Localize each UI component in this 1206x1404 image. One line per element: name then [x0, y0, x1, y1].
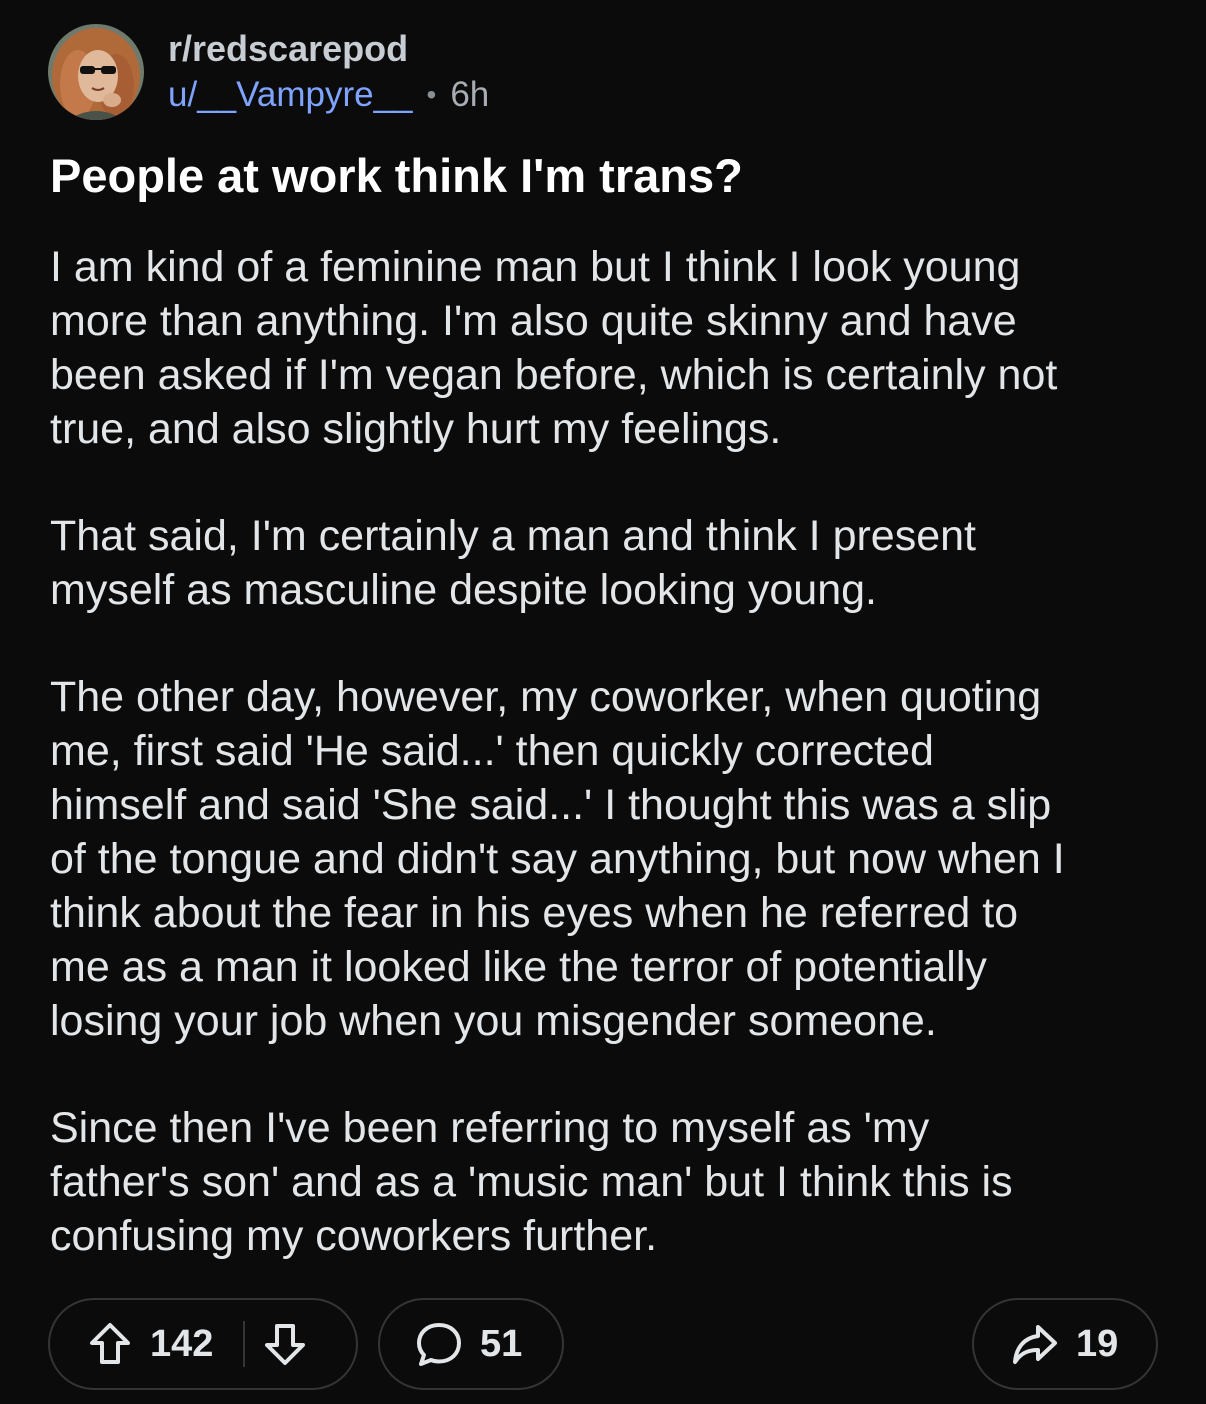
post-paragraph: The other day, however, my coworker, whe…: [50, 673, 1065, 1045]
vote-control: 142: [48, 1298, 358, 1390]
arrow-down-icon: [265, 1324, 306, 1365]
post-title: People at work think I'm trans?: [50, 149, 743, 202]
vote-count: 142: [150, 1322, 214, 1365]
comment-count: 51: [480, 1322, 523, 1365]
share-icon-wrap: [1010, 1319, 1060, 1369]
user-avatar[interactable]: [48, 24, 144, 120]
subreddit-link[interactable]: r/redscarepod: [168, 26, 489, 72]
share-arrow-icon: [1013, 1325, 1057, 1364]
upvote-button[interactable]: [86, 1320, 134, 1368]
comment-icon-wrap: [414, 1319, 464, 1369]
comments-button[interactable]: 51: [378, 1298, 564, 1390]
speech-bubble-icon: [417, 1323, 461, 1366]
post-paragraph: I am kind of a feminine man but I think …: [50, 243, 1058, 453]
share-count: 19: [1076, 1322, 1119, 1365]
byline: u/__Vampyre__ • 6h: [168, 72, 489, 118]
share-button[interactable]: 19: [972, 1298, 1158, 1390]
post-age: 6h: [450, 75, 490, 114]
post-body: I am kind of a feminine man but I think …: [50, 240, 1170, 1316]
vote-divider: [243, 1321, 246, 1367]
post-paragraph: Since then I've been referring to myself…: [50, 1104, 1013, 1260]
post-actions-bar: 142 51 19: [48, 1298, 1158, 1394]
arrow-up-icon: [90, 1323, 130, 1364]
username-link[interactable]: u/__Vampyre__: [168, 72, 413, 118]
avatar-portrait-image: [48, 24, 144, 120]
downvote-button[interactable]: [261, 1320, 309, 1368]
post-header: r/redscarepod u/__Vampyre__ • 6h: [48, 24, 489, 120]
post-meta: r/redscarepod u/__Vampyre__ • 6h: [168, 26, 489, 118]
separator-dot: •: [426, 79, 437, 110]
post-paragraph: That said, I'm certainly a man and think…: [50, 512, 976, 614]
